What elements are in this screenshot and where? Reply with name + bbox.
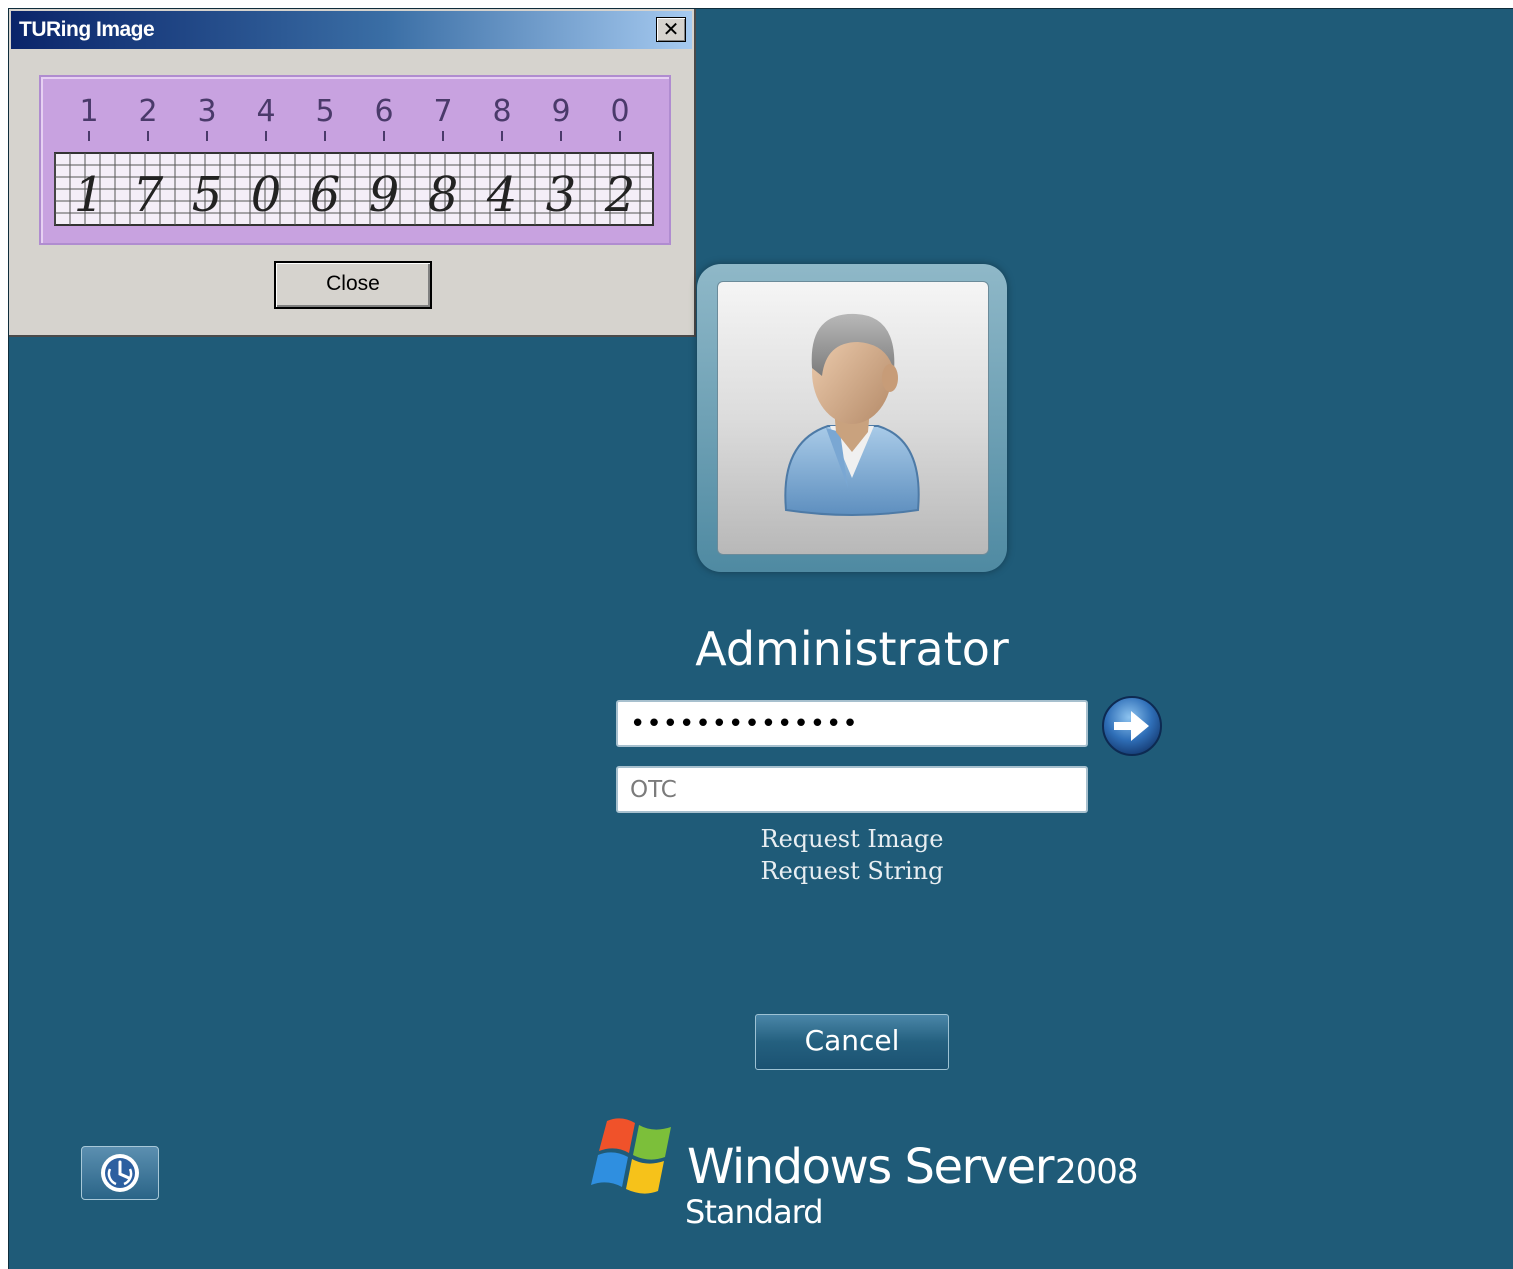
ease-of-access-icon xyxy=(101,1154,139,1192)
username-label: Administrator xyxy=(695,622,1009,676)
product-name: Windows Server2008 xyxy=(687,1139,1139,1195)
product-edition: Standard xyxy=(685,1193,824,1231)
turing-reference-digit: 3 xyxy=(197,94,216,129)
dialog-close-x-button[interactable]: ✕ xyxy=(656,17,686,42)
user-tile xyxy=(697,264,1007,572)
password-field[interactable] xyxy=(616,700,1088,747)
turing-reference-digit: 2 xyxy=(138,94,157,129)
turing-code-digit: 4 xyxy=(486,167,518,223)
user-avatar xyxy=(717,281,989,555)
turing-code-digit: 7 xyxy=(133,167,164,223)
turing-reference-digit: 0 xyxy=(610,94,629,129)
turing-reference-digit: 5 xyxy=(315,94,334,129)
submit-arrow-button[interactable] xyxy=(1101,695,1163,757)
arrow-right-icon xyxy=(1102,696,1162,756)
turing-code-graphic: 1234567890 1750698432 xyxy=(54,94,654,226)
dialog-titlebar[interactable]: TURing Image ✕ xyxy=(11,11,692,49)
turing-reference-digit: 1 xyxy=(79,94,98,129)
turing-code-digit: 8 xyxy=(428,167,459,223)
request-string-link[interactable]: Request String xyxy=(614,857,1090,885)
request-image-link[interactable]: Request Image xyxy=(614,825,1090,853)
product-label: Windows Server xyxy=(687,1139,1054,1195)
windows-flag-icon xyxy=(591,1115,683,1201)
otc-field[interactable] xyxy=(616,766,1088,813)
dialog-title: TURing Image xyxy=(19,18,155,41)
user-icon xyxy=(784,313,920,516)
turing-image: 1234567890 1750698432 xyxy=(39,75,671,245)
turing-code-digit: 9 xyxy=(369,167,400,223)
cancel-button[interactable]: Cancel xyxy=(755,1014,949,1070)
turing-code-digit: 1 xyxy=(74,167,105,223)
turing-code-digit: 5 xyxy=(192,167,223,223)
ease-of-access-button[interactable] xyxy=(81,1146,159,1200)
turing-reference-digit: 6 xyxy=(374,94,393,129)
turing-code-digit: 6 xyxy=(310,167,341,223)
turing-code-digit: 2 xyxy=(604,167,636,223)
logon-screen: TURing Image ✕ 1234567890 1750698432 Clo… xyxy=(8,8,1513,1269)
product-version: 2008 xyxy=(1054,1152,1139,1192)
turing-code-digit: 0 xyxy=(251,167,282,223)
turing-image-dialog: TURing Image ✕ 1234567890 1750698432 Clo… xyxy=(9,9,696,337)
turing-reference-digit: 9 xyxy=(551,94,570,129)
turing-reference-digit: 4 xyxy=(256,94,275,129)
turing-reference-digit: 8 xyxy=(492,94,511,129)
turing-code-digit: 3 xyxy=(546,167,577,223)
dialog-close-button[interactable]: Close xyxy=(274,261,432,309)
turing-reference-digit: 7 xyxy=(433,94,452,129)
